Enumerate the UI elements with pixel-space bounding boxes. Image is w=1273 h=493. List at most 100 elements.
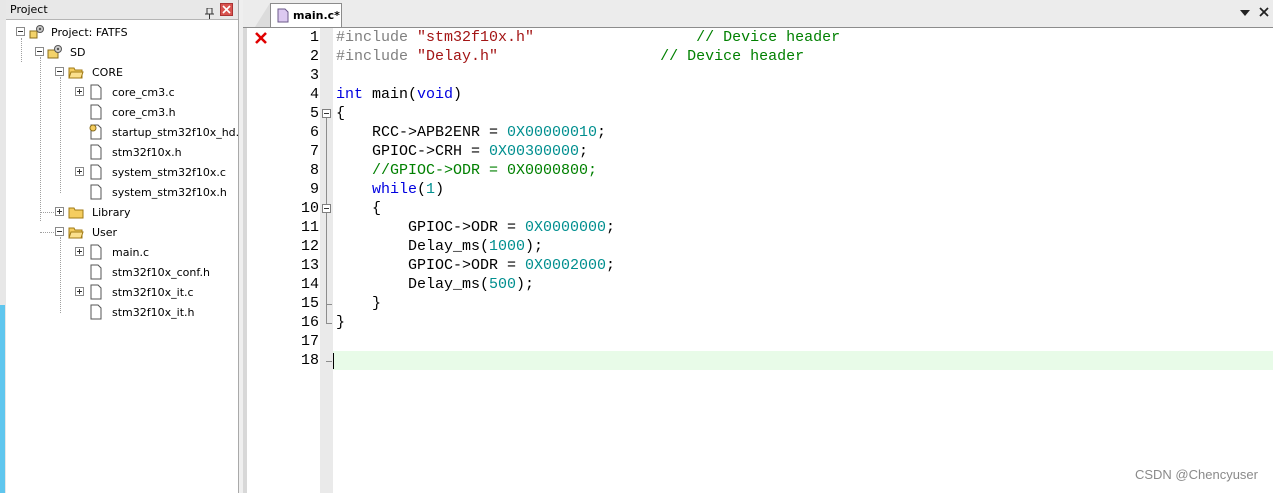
code-line[interactable]: GPIOC->ODR = 0X0002000; — [336, 256, 615, 275]
current-line-highlight — [333, 351, 1273, 370]
tree-item-file[interactable]: system_stm32f10x.c — [6, 162, 238, 182]
code-token: ( — [417, 181, 427, 198]
code-line[interactable]: GPIOC->ODR = 0X0000000; — [336, 218, 615, 237]
code-token: // Device header — [696, 29, 841, 46]
text-caret — [333, 353, 334, 369]
code-token: 0X00000010 — [507, 124, 598, 141]
folder-open-icon — [68, 224, 84, 240]
line-number: 3 — [309, 67, 319, 84]
close-panel-icon[interactable] — [220, 3, 233, 16]
code-line[interactable]: Delay_ms(500); — [336, 275, 534, 294]
code-token: } — [336, 314, 346, 331]
project-root-icon — [29, 24, 45, 40]
code-token: "stm32f10x.h" — [417, 29, 535, 46]
expand-icon[interactable] — [75, 287, 84, 296]
tree-item-label: startup_stm32f10x_hd.s — [112, 126, 239, 139]
expand-icon[interactable] — [75, 167, 84, 176]
code-token: while — [372, 181, 418, 198]
file-icon — [88, 184, 104, 200]
fold-toggle-icon[interactable] — [322, 204, 331, 213]
tab-label: main.c* — [293, 9, 340, 22]
code-line[interactable]: int main(void) — [336, 85, 462, 104]
code-token: #include — [336, 29, 418, 46]
tree-item-file[interactable]: stm32f10x.h — [6, 142, 238, 162]
code-line[interactable]: RCC->APB2ENR = 0X00000010; — [336, 123, 606, 142]
pin-icon[interactable] — [205, 4, 214, 19]
close-icon[interactable] — [1259, 7, 1269, 17]
folder-icon — [68, 204, 84, 220]
tree-item-label: stm32f10x_it.h — [112, 306, 195, 319]
error-icon[interactable] — [255, 32, 267, 44]
file-icon — [88, 244, 104, 260]
code-token: RCC->APB2ENR = — [336, 124, 508, 141]
code-area[interactable]: #include "stm32f10x.h" // Device header #… — [333, 28, 1273, 493]
line-number: 6 — [309, 124, 319, 141]
tree-item-folder-library[interactable]: Library — [6, 202, 238, 222]
tree-item-target-sd[interactable]: SD — [6, 42, 238, 62]
code-line[interactable]: //GPIOC->ODR = 0X0000800; — [336, 161, 597, 180]
tree-item-label: Project: FATFS — [51, 26, 128, 39]
tree-item-file[interactable]: core_cm3.h — [6, 102, 238, 122]
tree-item-label: stm32f10x_it.c — [112, 286, 194, 299]
code-token: int — [336, 86, 364, 103]
target-icon — [47, 44, 63, 60]
code-token: 0X0000000 — [525, 219, 607, 236]
expand-icon[interactable] — [55, 207, 64, 216]
code-editor: main.c* 1 2 3 4 5 6 7 8 9 10 11 12 13 14 15 16 17 18 #inc… — [243, 0, 1273, 493]
code-line[interactable]: { — [336, 104, 345, 123]
code-line[interactable]: } — [336, 313, 345, 332]
tab-main-c[interactable]: main.c* — [270, 3, 342, 27]
code-token: main( — [363, 86, 418, 103]
tree-item-file[interactable]: main.c — [6, 242, 238, 262]
line-number: 8 — [309, 162, 319, 179]
file-icon — [88, 144, 104, 160]
line-number: 17 — [300, 333, 319, 350]
code-token: 1000 — [489, 238, 526, 255]
expand-icon[interactable] — [75, 247, 84, 256]
code-line[interactable]: GPIOC->CRH = 0X00300000; — [336, 142, 588, 161]
tree-item-file[interactable]: stm32f10x_conf.h — [6, 262, 238, 282]
tree-item-folder-user[interactable]: User — [6, 222, 238, 242]
collapse-icon[interactable] — [55, 227, 64, 236]
line-number: 16 — [300, 314, 319, 331]
code-line[interactable]: { — [336, 199, 381, 218]
code-line[interactable]: #include "stm32f10x.h" // Device header — [336, 28, 840, 47]
tree-item-file[interactable]: core_cm3.c — [6, 82, 238, 102]
asm-file-icon — [88, 124, 104, 140]
tree-item-label: Library — [92, 206, 131, 219]
code-line[interactable]: while(1) — [336, 180, 444, 199]
line-number: 2 — [309, 48, 319, 65]
code-token: { — [336, 200, 382, 217]
line-number: 18 — [300, 352, 319, 369]
collapse-icon[interactable] — [55, 67, 64, 76]
tree-item-project-root[interactable]: Project: FATFS — [6, 22, 238, 42]
code-token: ; — [579, 143, 589, 160]
code-token: { — [336, 105, 346, 122]
tab-edge-decoration — [255, 3, 270, 27]
collapse-icon[interactable] — [35, 47, 44, 56]
collapse-icon[interactable] — [16, 27, 25, 36]
tree-item-file[interactable]: system_stm32f10x.h — [6, 182, 238, 202]
tree-item-file[interactable]: stm32f10x_it.h — [6, 302, 238, 322]
fold-end-marker — [326, 361, 332, 362]
code-token: // Device header — [660, 48, 805, 65]
code-token: ) — [435, 181, 445, 198]
tree-item-label: system_stm32f10x.h — [112, 186, 227, 199]
tree-item-label: core_cm3.h — [112, 106, 176, 119]
file-icon — [88, 84, 104, 100]
tree-item-file[interactable]: stm32f10x_it.c — [6, 282, 238, 302]
code-token: 0X0002000 — [525, 257, 607, 274]
file-icon — [88, 264, 104, 280]
chevron-down-icon[interactable] — [1240, 10, 1250, 17]
folder-open-icon — [68, 64, 84, 80]
tree-item-file[interactable]: startup_stm32f10x_hd.s — [6, 122, 238, 142]
code-token: ) — [453, 86, 463, 103]
code-token: GPIOC->ODR = — [336, 257, 526, 274]
code-line[interactable]: #include "Delay.h" // Device header — [336, 47, 804, 66]
code-line[interactable]: Delay_ms(1000); — [336, 237, 543, 256]
expand-icon[interactable] — [75, 87, 84, 96]
code-line[interactable]: } — [336, 294, 381, 313]
tree-item-folder-core[interactable]: CORE — [6, 62, 238, 82]
fold-toggle-icon[interactable] — [322, 109, 331, 118]
